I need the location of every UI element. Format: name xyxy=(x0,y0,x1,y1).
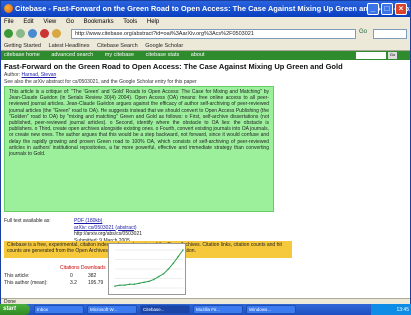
meta-value[interactable]: PDF (180kb) xyxy=(74,218,102,224)
search-input[interactable] xyxy=(373,29,407,39)
page-content: Fast-Forward on the Green Road to Open A… xyxy=(1,60,410,298)
site-search-input[interactable] xyxy=(356,52,386,59)
title-bar: Citebase - Fast-Forward on the Green Roa… xyxy=(1,1,410,17)
menu-go[interactable]: Go xyxy=(66,19,74,25)
home-icon[interactable] xyxy=(52,29,61,38)
chart-point xyxy=(114,285,116,287)
chart-point xyxy=(153,278,155,281)
stop-icon[interactable] xyxy=(40,29,49,38)
menu-help[interactable]: Help xyxy=(147,19,159,25)
bookmark-item[interactable]: Google Scholar xyxy=(145,43,183,49)
chart-point xyxy=(167,268,170,270)
abstract-box: This article is a critique of: "The 'Gre… xyxy=(4,86,274,212)
bookmark-item[interactable]: Getting Started xyxy=(4,43,41,49)
stats-header: Citations Downloads xyxy=(60,265,106,271)
stats-row-label: This article: xyxy=(4,273,30,279)
stats-downloads: 195.79 xyxy=(88,280,104,286)
site-nav-about[interactable]: about xyxy=(191,52,205,58)
chart-point xyxy=(123,284,126,286)
minimize-button[interactable]: _ xyxy=(367,3,379,15)
chart-point xyxy=(182,249,184,251)
byline-label: Author: xyxy=(4,72,21,78)
url-input[interactable]: http://www.citebase.org/abstract?id=oai%… xyxy=(71,29,356,39)
downloads-chart xyxy=(108,243,186,295)
author-link[interactable]: Harnad, Stevan xyxy=(22,72,57,78)
site-navigation-bar: citebase home advanced search my citebas… xyxy=(1,51,410,60)
stats-citations: 3.2 xyxy=(70,280,77,286)
chart-point xyxy=(162,272,165,275)
taskbar-item[interactable]: Inbox xyxy=(34,305,84,314)
navigation-toolbar: http://www.citebase.org/abstract?id=oai%… xyxy=(1,27,410,41)
meta-value[interactable]: arXiv: cs/0503021 (abstract) xyxy=(74,225,137,231)
stats-row: This article: 0 382 xyxy=(4,273,96,279)
menu-view[interactable]: View xyxy=(43,19,56,25)
menu-tools[interactable]: Tools xyxy=(123,19,137,25)
chart-point xyxy=(119,284,121,286)
meta-value: http://arxiv.org/abs/cs/0503021 xyxy=(74,231,143,237)
menu-edit[interactable]: Edit xyxy=(23,19,33,25)
firefox-icon xyxy=(4,4,13,13)
chart-svg xyxy=(114,249,184,289)
stats-row-label: This author (mean): xyxy=(4,280,48,286)
bookmark-item[interactable]: Latest Headlines xyxy=(49,43,90,49)
chart-point xyxy=(128,283,131,285)
article-title: Fast-Forward on the Green Road to Open A… xyxy=(4,62,343,71)
taskbar-item[interactable]: Windows... xyxy=(246,305,296,314)
site-search-button[interactable]: Go xyxy=(388,52,397,59)
stats-downloads: 382 xyxy=(88,273,97,279)
menu-bookmarks[interactable]: Bookmarks xyxy=(84,19,114,25)
site-nav-stats[interactable]: citebase stats xyxy=(146,52,180,58)
go-button[interactable]: Go xyxy=(359,29,367,35)
chart-point xyxy=(138,282,141,285)
chart-point xyxy=(143,281,145,284)
maximize-button[interactable]: □ xyxy=(381,3,393,15)
menu-bar: File Edit View Go Bookmarks Tools Help xyxy=(1,17,410,27)
site-nav-my-citebase[interactable]: my citebase xyxy=(105,52,134,58)
site-nav-advanced-search[interactable]: advanced search xyxy=(51,52,93,58)
chart-point xyxy=(148,280,150,283)
site-nav-home[interactable]: citebase home xyxy=(4,52,40,58)
stats-row: This author (mean): 3.2 195.79 xyxy=(4,280,103,286)
chart-point xyxy=(157,275,160,278)
close-button[interactable]: × xyxy=(395,3,407,15)
taskbar-item[interactable]: Mozilla Fir... xyxy=(193,305,243,314)
bookmark-item[interactable]: Citebase Search xyxy=(97,43,138,49)
meta-label: Full text available as: xyxy=(4,218,51,224)
window-title: Citebase - Fast-Forward on the Green Roa… xyxy=(15,4,410,13)
reload-icon[interactable] xyxy=(28,29,37,38)
start-button[interactable]: start xyxy=(0,304,30,315)
browser-window: Citebase - Fast-Forward on the Green Roa… xyxy=(0,0,411,315)
chart-point xyxy=(177,255,179,258)
see-also-line: See also the arXiv abstract for cs/05030… xyxy=(4,79,197,85)
forward-icon[interactable] xyxy=(16,29,25,38)
bookmarks-toolbar: Getting Started Latest Headlines Citebas… xyxy=(1,41,410,51)
byline: Author: Harnad, Stevan xyxy=(4,72,56,78)
back-icon[interactable] xyxy=(4,29,13,38)
menu-file[interactable]: File xyxy=(4,19,14,25)
chart-point xyxy=(172,262,175,265)
stats-citations: 0 xyxy=(70,273,73,279)
taskbar-item[interactable]: Citebase... xyxy=(140,305,190,314)
taskbar: start Inbox Microsoft W... Citebase... M… xyxy=(0,304,411,315)
system-tray-clock: 13:45 xyxy=(371,304,411,315)
taskbar-item[interactable]: Microsoft W... xyxy=(87,305,137,314)
chart-point xyxy=(133,283,136,285)
